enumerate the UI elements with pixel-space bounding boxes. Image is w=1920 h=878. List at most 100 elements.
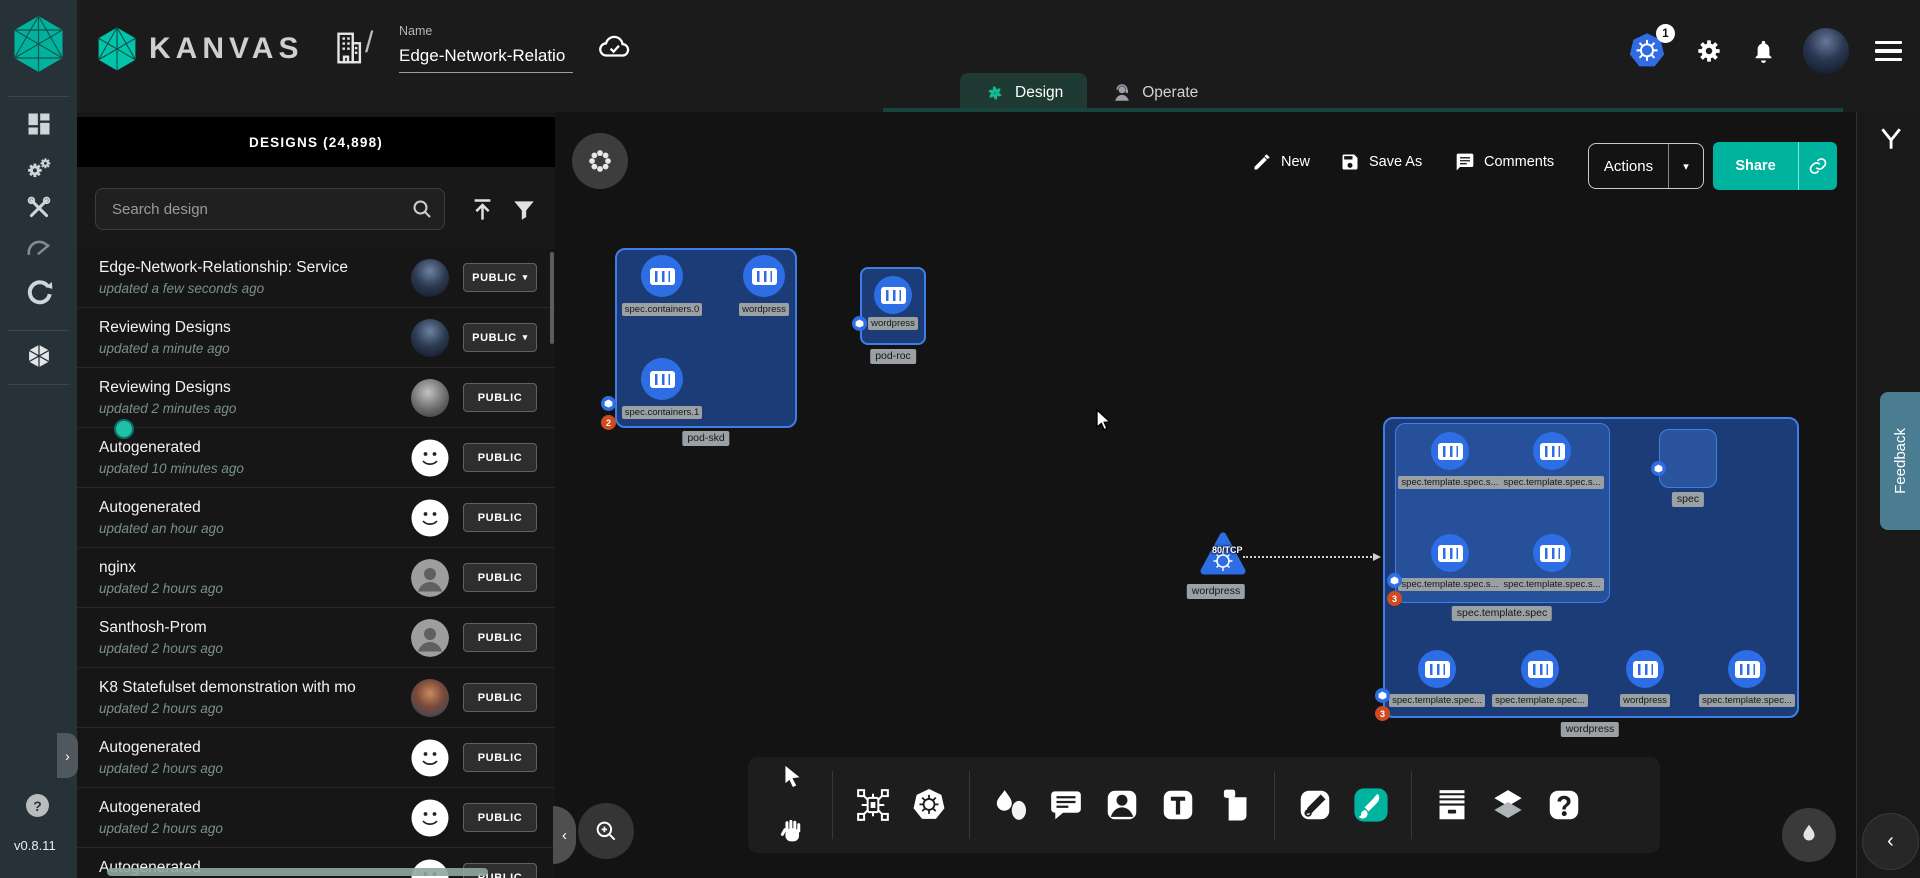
chevron-down-icon[interactable]: ▾ <box>1669 144 1703 188</box>
design-list-item[interactable]: Autogeneratedupdated 2 hours agoPUBLIC <box>77 788 555 848</box>
visibility-badge[interactable]: PUBLIC <box>463 743 537 772</box>
visibility-badge[interactable]: PUBLIC <box>463 683 537 712</box>
visibility-badge[interactable]: PUBLIC <box>463 563 537 592</box>
zoom-search-button[interactable] <box>578 803 634 859</box>
notifications-bell-icon[interactable] <box>1750 38 1777 65</box>
container-node[interactable]: spec.template.spec.s... <box>1497 534 1607 591</box>
design-list-item[interactable]: K8 Statefulset demonstration with moupda… <box>77 668 555 728</box>
kanvas-brand[interactable]: KANVAS <box>95 26 303 72</box>
ink-drop-button[interactable] <box>1782 808 1836 862</box>
visibility-badge[interactable]: PUBLIC <box>463 503 537 532</box>
text-tool-icon[interactable] <box>1157 784 1199 826</box>
error-count-badge[interactable]: 3 <box>1375 706 1390 721</box>
network-edge[interactable] <box>1243 556 1379 558</box>
meshery-logo[interactable] <box>10 14 67 74</box>
new-design-button[interactable]: New <box>1252 152 1310 172</box>
save-as-button[interactable]: Save As <box>1340 152 1422 172</box>
container-node[interactable]: wordpress <box>709 255 819 316</box>
user-avatar[interactable] <box>1803 28 1849 74</box>
sidebar-item-performance[interactable] <box>0 229 77 269</box>
settings-gear-icon[interactable] <box>1694 36 1724 66</box>
rail-divider <box>8 330 69 331</box>
visibility-badge[interactable]: PUBLIC <box>463 383 537 412</box>
design-list-item[interactable]: Autogeneratedupdated 10 minutes agoPUBLI… <box>77 428 555 488</box>
error-count-badge[interactable]: 2 <box>601 415 616 430</box>
collapse-right-button[interactable]: ‹ <box>1862 813 1919 870</box>
sidebar-item-extensions[interactable] <box>0 273 77 313</box>
hamburger-menu-icon[interactable] <box>1875 41 1902 61</box>
tab-design[interactable]: Design <box>960 73 1087 112</box>
visibility-label: PUBLIC <box>478 812 523 824</box>
visibility-badge[interactable]: PUBLIC▾ <box>463 263 537 292</box>
container-node[interactable]: spec.containers.0 <box>607 255 717 316</box>
container-node[interactable]: spec.containers.1 <box>607 358 717 419</box>
design-list-item[interactable]: Edge-Network-Relationship: Serviceupdate… <box>77 248 555 308</box>
container-node[interactable]: spec.template.spec... <box>1692 650 1802 707</box>
flows-icon[interactable] <box>1877 126 1903 152</box>
design-list-item[interactable]: Santhosh-Promupdated 2 hours agoPUBLIC <box>77 608 555 668</box>
sketch-tool-icon[interactable] <box>1350 784 1392 826</box>
visibility-label: PUBLIC <box>472 272 517 284</box>
actions-split-button[interactable]: Actions ▾ <box>1588 143 1704 189</box>
sidebar-item-dashboard[interactable] <box>0 104 77 144</box>
import-design-icon[interactable] <box>469 196 496 223</box>
widgets-flower-button[interactable] <box>572 133 628 189</box>
container-label: spec.containers.1 <box>622 406 702 419</box>
share-split-button[interactable]: Share <box>1713 142 1837 190</box>
pan-hand-tool-icon[interactable] <box>771 811 813 853</box>
service-node[interactable] <box>1199 530 1247 585</box>
copy-link-icon[interactable] <box>1799 142 1837 190</box>
sidebar-item-kanvas[interactable] <box>0 336 77 376</box>
container-node[interactable]: spec.template.spec... <box>1382 650 1492 707</box>
visibility-badge[interactable]: PUBLIC <box>463 443 537 472</box>
panel-collapse-handle[interactable]: ‹ <box>553 806 576 864</box>
sidebar-item-lifecycle[interactable] <box>0 148 77 188</box>
container-node[interactable]: spec.template.spec.s... <box>1395 534 1505 591</box>
tab-operate[interactable]: Operate <box>1087 73 1222 112</box>
shapes-tool-icon[interactable] <box>989 784 1031 826</box>
panel-expander-handle[interactable]: › <box>57 733 78 778</box>
rail-divider <box>8 96 69 97</box>
comment-tool-icon[interactable] <box>1045 784 1087 826</box>
design-list-item[interactable]: Reviewing Designsupdated 2 minutes agoPU… <box>77 368 555 428</box>
container-label: spec.template.spec... <box>1389 694 1485 707</box>
vertical-scrollbar[interactable] <box>550 252 554 344</box>
comments-label: Comments <box>1484 154 1554 170</box>
horizontal-scrollbar[interactable] <box>107 868 488 876</box>
kubernetes-tool-icon[interactable] <box>908 784 950 826</box>
design-list-item[interactable]: nginxupdated 2 hours agoPUBLIC <box>77 548 555 608</box>
design-list-item[interactable]: Reviewing Designsupdated a minute ago PUB… <box>77 308 555 368</box>
design-list-item[interactable]: Autogeneratedupdated an hour agoPUBLIC <box>77 488 555 548</box>
visibility-badge[interactable]: PUBLIC <box>463 623 537 652</box>
select-cursor-tool-icon[interactable] <box>771 757 813 799</box>
layers-tool-icon[interactable] <box>1487 784 1529 826</box>
container-node[interactable]: spec.template.spec.s... <box>1497 432 1607 489</box>
relationship-tool-icon[interactable] <box>852 784 894 826</box>
design-list-item[interactable]: Autogeneratedupdated 2 hours agoPUBLIC <box>77 728 555 788</box>
sidebar-item-configuration[interactable] <box>0 188 77 228</box>
design-item-texts: Reviewing Designsupdated a minute ago <box>99 319 411 356</box>
container-icon <box>1540 545 1565 562</box>
filter-funnel-icon[interactable] <box>511 197 537 223</box>
top-header: KANVAS / Name DesignOperate 1 <box>77 0 1920 112</box>
help-tool-icon[interactable] <box>1543 784 1585 826</box>
help-button[interactable]: ? <box>26 794 49 817</box>
visibility-badge[interactable]: PUBLIC <box>463 803 537 832</box>
kubernetes-context-button[interactable]: 1 <box>1626 30 1668 72</box>
feedback-tab[interactable]: Feedback <box>1880 392 1920 530</box>
spec-node[interactable] <box>1659 429 1717 488</box>
container-node[interactable]: spec.template.spec... <box>1485 650 1595 707</box>
design-search-input[interactable] <box>112 201 410 218</box>
note-tool-icon[interactable] <box>1213 784 1255 826</box>
comments-button[interactable]: Comments <box>1455 152 1554 172</box>
owner-avatar <box>411 439 449 477</box>
visibility-badge[interactable]: PUBLIC▾ <box>463 323 537 352</box>
pen-tool-icon[interactable] <box>1294 784 1336 826</box>
organization-icon[interactable] <box>329 26 367 70</box>
container-node[interactable]: wordpress <box>1590 650 1700 707</box>
drawer-tool-icon[interactable] <box>1431 784 1473 826</box>
container-node[interactable]: spec.template.spec.s... <box>1395 432 1505 489</box>
design-name-input[interactable] <box>399 44 573 73</box>
image-tool-icon[interactable] <box>1101 784 1143 826</box>
error-count-badge[interactable]: 3 <box>1387 591 1402 606</box>
